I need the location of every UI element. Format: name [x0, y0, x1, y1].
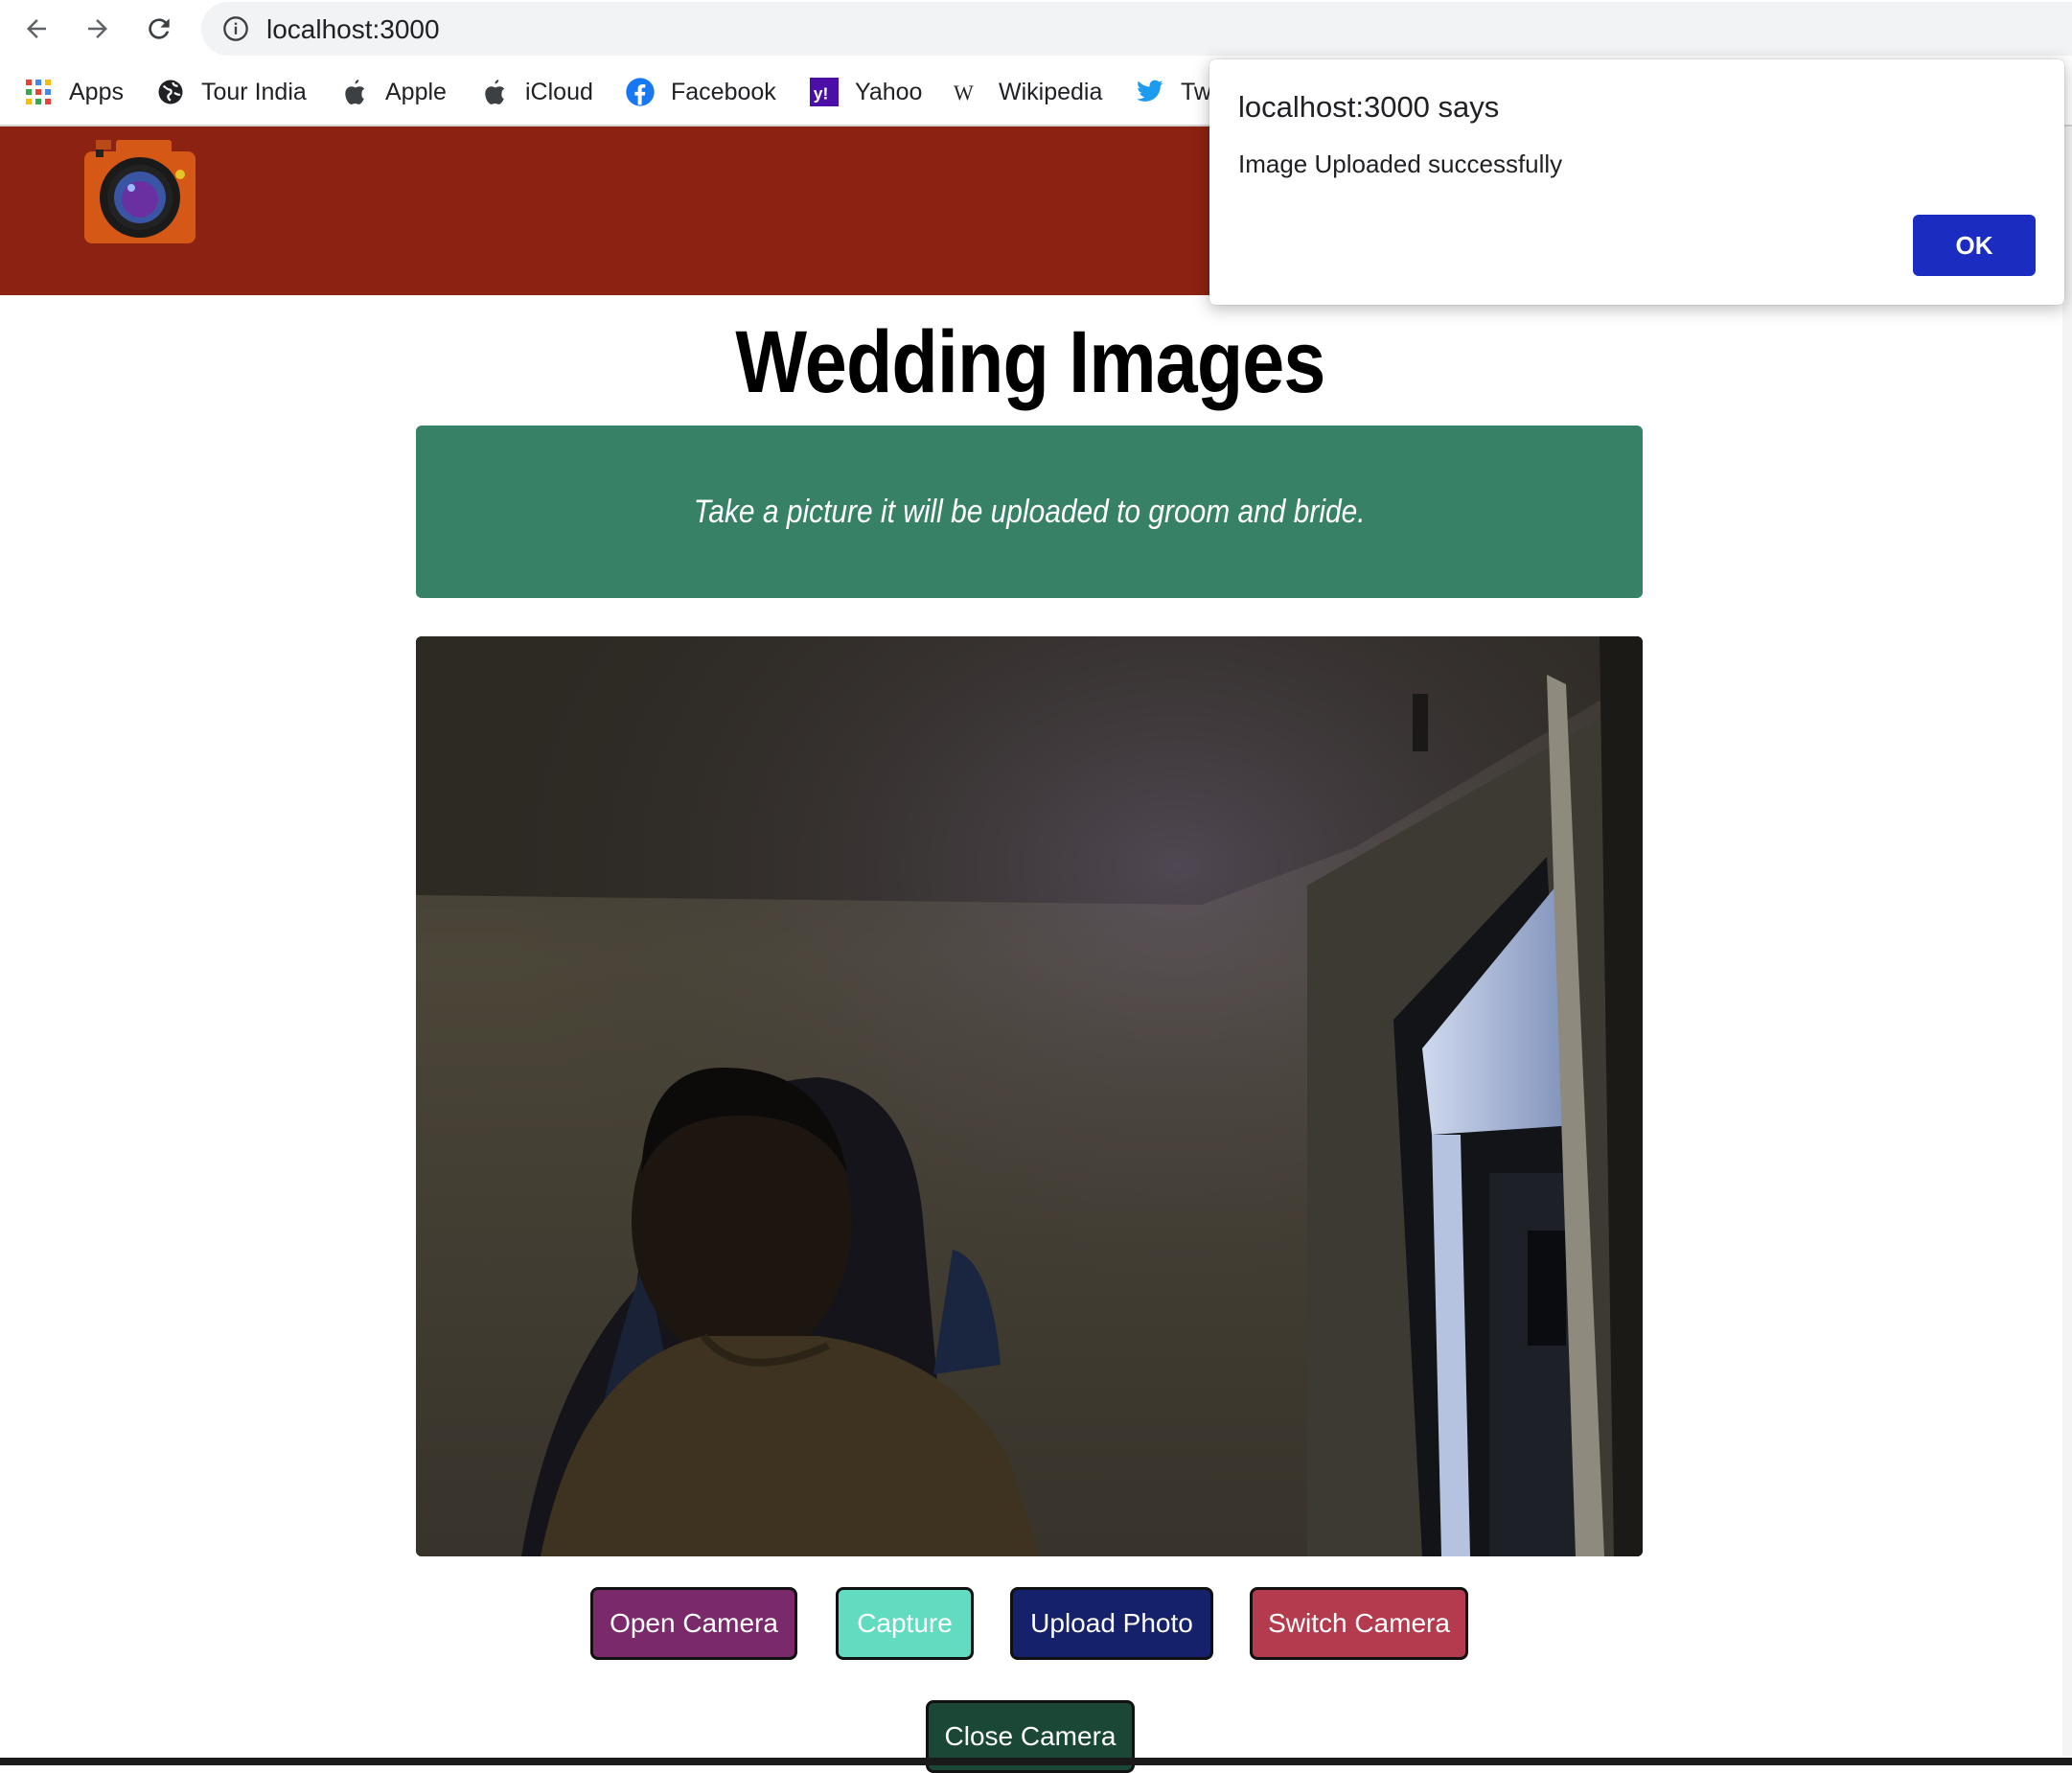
- open-camera-button[interactable]: Open Camera: [590, 1587, 797, 1660]
- bookmark-icloud[interactable]: iCloud: [479, 73, 593, 111]
- reload-icon[interactable]: [138, 8, 180, 50]
- url-text: localhost:3000: [266, 14, 440, 44]
- bookmark-apps[interactable]: Apps: [23, 73, 124, 111]
- info-icon[interactable]: [222, 15, 249, 42]
- bookmark-wikipedia[interactable]: W Wikipedia: [953, 73, 1102, 111]
- bookmark-label: Tour India: [201, 78, 307, 105]
- camera-logo-icon[interactable]: [82, 140, 197, 245]
- window-bottom-edge: [0, 1758, 2072, 1765]
- dialog-title: localhost:3000 says: [1238, 90, 1500, 124]
- forward-arrow-icon[interactable]: [77, 8, 119, 50]
- twitter-icon: [1135, 77, 1165, 107]
- browser-toolbar: localhost:3000: [0, 0, 2072, 58]
- bookmark-label: Wikipedia: [999, 78, 1103, 105]
- bookmark-apple[interactable]: Apple: [339, 73, 447, 111]
- ok-button[interactable]: OK: [1913, 215, 2036, 276]
- page-scrollbar[interactable]: [2062, 127, 2072, 1756]
- apple-icon: [479, 77, 510, 107]
- bookmark-label: Apple: [385, 78, 447, 105]
- back-arrow-icon[interactable]: [15, 8, 58, 50]
- upload-photo-button[interactable]: Upload Photo: [1010, 1587, 1213, 1660]
- bookmark-facebook[interactable]: Facebook: [625, 73, 776, 111]
- dialog-message: Image Uploaded successfully: [1238, 150, 1563, 178]
- alert-dialog: localhost:3000 says Image Uploaded succe…: [1209, 59, 2064, 305]
- bookmark-label: iCloud: [525, 78, 593, 105]
- instruction-banner: Take a picture it will be uploaded to gr…: [416, 426, 1643, 598]
- yahoo-icon: y!: [809, 77, 840, 107]
- apps-grid-icon: [23, 77, 54, 107]
- bookmark-label: Apps: [69, 78, 124, 105]
- globe-icon: [155, 77, 186, 107]
- svg-text:W: W: [954, 81, 974, 104]
- facebook-icon: [625, 77, 656, 107]
- bookmark-tour-india[interactable]: Tour India: [155, 73, 307, 111]
- bookmark-label: Facebook: [671, 78, 776, 105]
- svg-text:y!: y!: [814, 84, 829, 104]
- bookmark-label: Tw: [1181, 78, 1211, 105]
- address-bar[interactable]: localhost:3000: [201, 2, 2072, 56]
- page-title: Wedding Images: [735, 313, 1325, 411]
- wikipedia-icon: W: [953, 77, 983, 107]
- switch-camera-button[interactable]: Switch Camera: [1250, 1587, 1468, 1660]
- capture-button[interactable]: Capture: [836, 1587, 974, 1660]
- banner-text: Take a picture it will be uploaded to gr…: [693, 493, 1366, 530]
- bookmark-yahoo[interactable]: y! Yahoo: [809, 73, 922, 111]
- apple-icon: [339, 77, 370, 107]
- bookmark-label: Yahoo: [855, 78, 923, 105]
- bookmark-twitter[interactable]: Tw: [1135, 73, 1211, 111]
- camera-preview: [416, 636, 1643, 1556]
